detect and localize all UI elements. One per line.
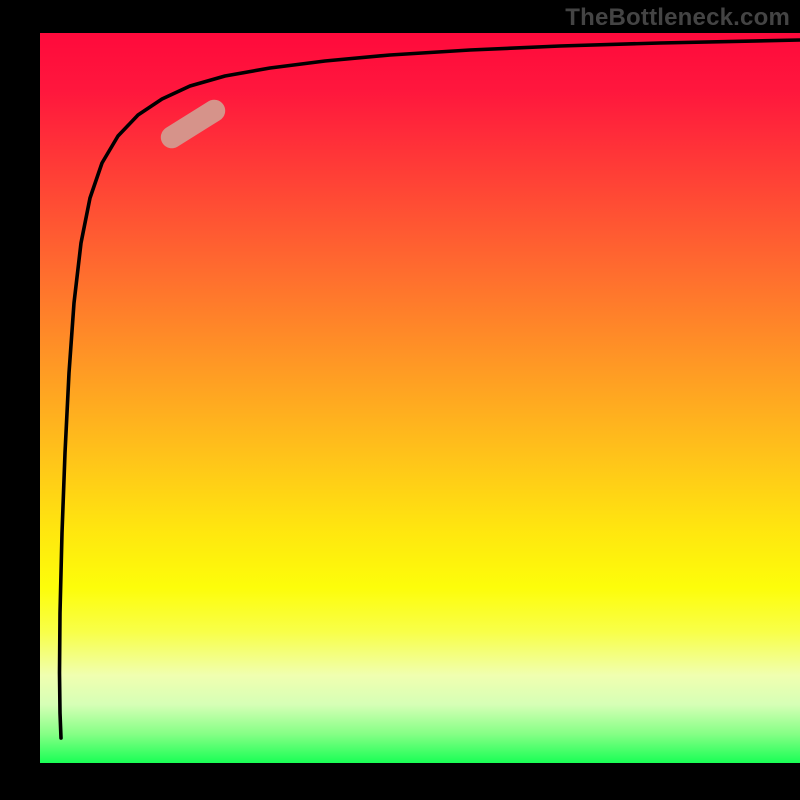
- chart-root: TheBottleneck.com: [0, 0, 800, 800]
- bottleneck-curve: [40, 33, 800, 763]
- plot-area: [40, 33, 800, 763]
- watermark-text: TheBottleneck.com: [565, 4, 790, 32]
